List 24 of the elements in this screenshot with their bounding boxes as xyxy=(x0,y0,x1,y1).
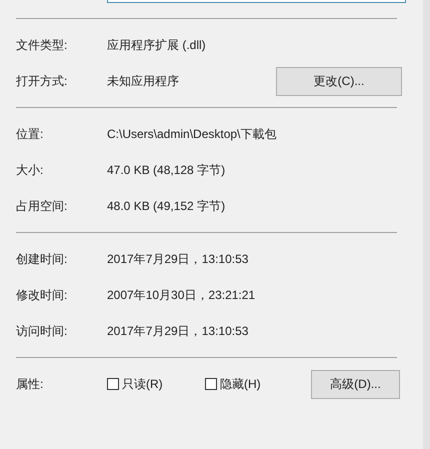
field-value: 未知应用程序 xyxy=(107,72,179,90)
field-value: 2017年7月29日，13:10:53 xyxy=(107,250,248,268)
checkbox[interactable] xyxy=(205,378,217,390)
field-label: 文件类型: xyxy=(16,36,68,54)
dialog-button[interactable]: 更改(C)... xyxy=(276,66,402,96)
field-label: 访问时间: xyxy=(16,322,68,340)
field-value: 2017年7月29日，13:10:53 xyxy=(107,322,248,340)
field-label: 大小: xyxy=(16,162,44,178)
field-label: 创建时间: xyxy=(16,250,68,268)
field-value: 2007年10月30日，23:21:21 xyxy=(107,286,256,304)
checkbox-label[interactable]: 只读(R) xyxy=(122,376,163,392)
field-label: 修改时间: xyxy=(16,286,68,304)
field-value: 48.0 KB (49,152 字节) xyxy=(107,198,226,214)
field-label: 属性: xyxy=(16,376,44,392)
checkbox-label[interactable]: 隐藏(H) xyxy=(220,376,261,392)
field-value: 应用程序扩展 (.dll) xyxy=(107,36,206,54)
field-label: 打开方式: xyxy=(16,72,68,90)
name-field[interactable] xyxy=(107,0,406,3)
field-label: 位置: xyxy=(16,126,44,142)
dialog-button[interactable]: 高级(D)... xyxy=(311,370,400,398)
field-label: 占用空间: xyxy=(16,198,68,214)
checkbox[interactable] xyxy=(107,378,119,390)
field-value: 47.0 KB (48,128 字节) xyxy=(107,162,226,178)
field-value: C:\Users\admin\Desktop\下載包 xyxy=(107,126,276,142)
